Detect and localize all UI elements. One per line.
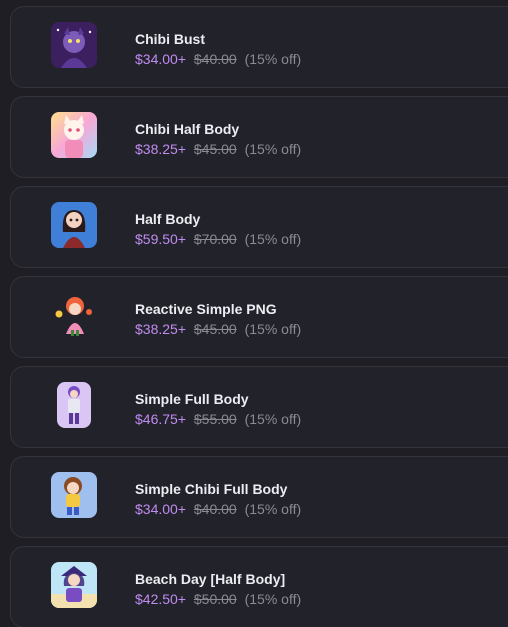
product-name: Simple Full Body (135, 391, 249, 407)
simple-chibi-full-body-artwork-icon (51, 472, 97, 518)
product-price: $38.25+ $45.00 (15% off) (135, 321, 301, 337)
sale-price: $34.00+ (135, 51, 186, 67)
sale-price: $42.50+ (135, 591, 186, 607)
product-name: Chibi Half Body (135, 121, 240, 137)
discount-label: (15% off) (244, 411, 302, 427)
product-card[interactable]: Half Body $59.50+ $70.00 (15% off) (10, 186, 508, 268)
original-price: $55.00 (193, 411, 237, 427)
sale-price: $38.25+ (135, 141, 186, 157)
sale-price: $59.50+ (135, 231, 186, 247)
simple-full-body-artwork-icon (57, 382, 91, 428)
original-price: $45.00 (193, 321, 237, 337)
product-name: Simple Chibi Full Body (135, 481, 288, 497)
discount-label: (15% off) (244, 141, 302, 157)
discount-label: (15% off) (244, 501, 302, 517)
sale-price: $34.00+ (135, 501, 186, 517)
discount-label: (15% off) (244, 591, 302, 607)
original-price: $40.00 (193, 51, 237, 67)
product-price: $46.75+ $55.00 (15% off) (135, 411, 301, 427)
product-price: $42.50+ $50.00 (15% off) (135, 591, 301, 607)
discount-label: (15% off) (244, 51, 302, 67)
sale-price: $46.75+ (135, 411, 186, 427)
reactive-png-artwork-icon (51, 292, 97, 338)
discount-label: (15% off) (244, 321, 302, 337)
product-name: Chibi Bust (135, 31, 205, 47)
chibi-half-body-artwork-icon (51, 112, 97, 158)
product-card[interactable]: Simple Chibi Full Body $34.00+ $40.00 (1… (10, 456, 508, 538)
original-price: $70.00 (193, 231, 237, 247)
product-price: $34.00+ $40.00 (15% off) (135, 51, 301, 67)
product-card[interactable]: Chibi Bust $34.00+ $40.00 (15% off) (10, 6, 508, 88)
product-card[interactable]: Simple Full Body $46.75+ $55.00 (15% off… (10, 366, 508, 448)
original-price: $40.00 (193, 501, 237, 517)
original-price: $50.00 (193, 591, 237, 607)
chibi-bust-artwork-icon (51, 22, 97, 68)
product-price: $34.00+ $40.00 (15% off) (135, 501, 301, 517)
sale-price: $38.25+ (135, 321, 186, 337)
product-card[interactable]: Reactive Simple PNG $38.25+ $45.00 (15% … (10, 276, 508, 358)
product-card[interactable]: Chibi Half Body $38.25+ $45.00 (15% off) (10, 96, 508, 178)
product-list: Chibi Bust $34.00+ $40.00 (15% off) Chib… (0, 0, 508, 627)
discount-label: (15% off) (244, 231, 302, 247)
product-price: $59.50+ $70.00 (15% off) (135, 231, 301, 247)
product-name: Half Body (135, 211, 201, 227)
original-price: $45.00 (193, 141, 237, 157)
product-name: Reactive Simple PNG (135, 301, 277, 317)
beach-day-artwork-icon (51, 562, 97, 608)
product-name: Beach Day [Half Body] (135, 571, 286, 587)
half-body-artwork-icon (51, 202, 97, 248)
product-card[interactable]: Beach Day [Half Body] $42.50+ $50.00 (15… (10, 546, 508, 627)
product-price: $38.25+ $45.00 (15% off) (135, 141, 301, 157)
